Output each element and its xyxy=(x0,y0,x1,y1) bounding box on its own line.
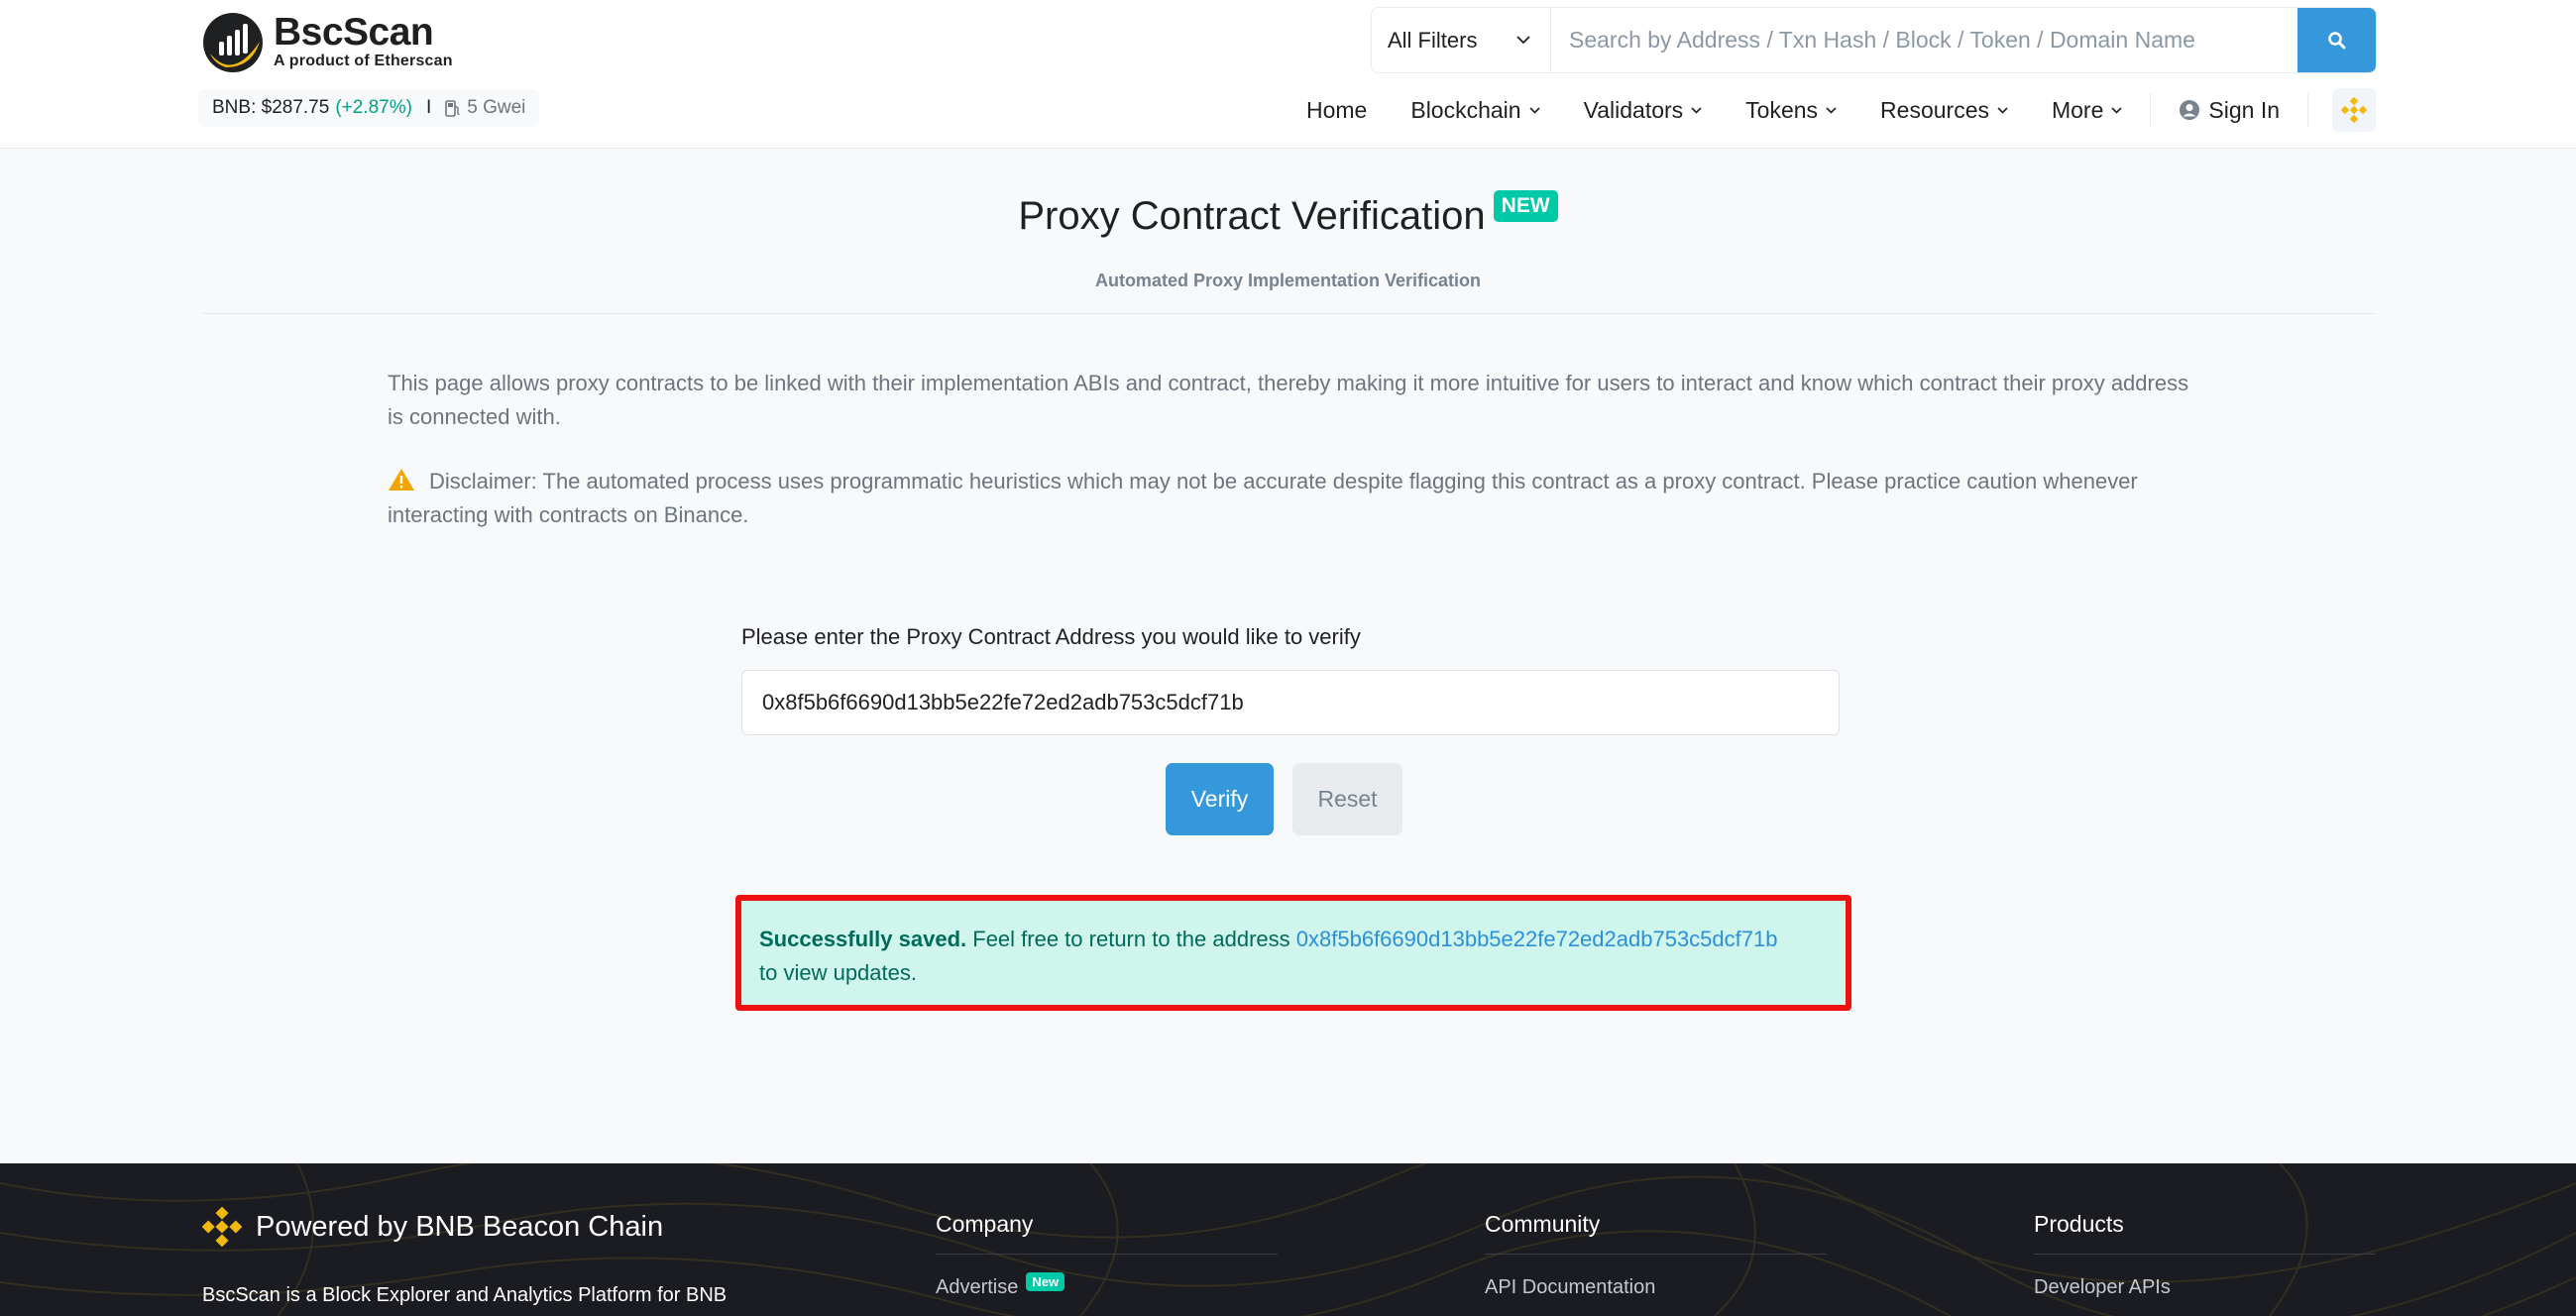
nav-home-label: Home xyxy=(1306,96,1368,123)
brand-name: BscScan xyxy=(274,11,434,54)
success-alert: Successfully saved. Feel free to return … xyxy=(741,901,1846,1005)
gas-value: 5 Gwei xyxy=(467,97,526,118)
footer-brand-text: Powered by BNB Beacon Chain xyxy=(256,1210,664,1243)
chevron-down-icon xyxy=(1529,106,1540,114)
alert-text: Feel free to return to the address xyxy=(972,927,1290,951)
footer-column-divider xyxy=(1485,1254,1827,1255)
search-icon xyxy=(2327,31,2345,49)
verify-button[interactable]: Verify xyxy=(1166,763,1274,835)
footer-link-advertise[interactable]: Advertise New xyxy=(936,1272,1278,1299)
alert-address-link[interactable]: 0x8f5b6f6690d13bb5e22fe72ed2adb753c5dcf7… xyxy=(1296,927,1778,951)
search-button[interactable] xyxy=(2297,8,2376,72)
address-field-label: Please enter the Proxy Contract Address … xyxy=(741,624,1361,649)
footer-community-title: Community xyxy=(1485,1211,1601,1237)
footer-company-column: Company Advertise New xyxy=(936,1211,1278,1299)
page-title: Proxy Contract Verification NEW xyxy=(1018,190,1558,239)
nav-more[interactable]: More xyxy=(2030,87,2144,133)
nav-more-label: More xyxy=(2051,96,2104,123)
new-badge: New xyxy=(1026,1272,1065,1291)
footer-link-developer-apis[interactable]: Developer APIs xyxy=(2034,1276,2376,1299)
footer-community-column: Community API Documentation xyxy=(1485,1211,1827,1299)
search-filter-select[interactable]: All Filters xyxy=(1372,8,1551,72)
footer-description: BscScan is a Block Explorer and Analytic… xyxy=(202,1284,728,1306)
nav-tokens[interactable]: Tokens xyxy=(1724,87,1858,133)
alert-bold-text: Successfully saved. xyxy=(759,927,967,951)
nav-blockchain-label: Blockchain xyxy=(1410,96,1521,123)
brand-tagline: A product of Etherscan xyxy=(274,53,453,69)
footer-column-divider xyxy=(2034,1254,2376,1255)
nav-validators[interactable]: Validators xyxy=(1562,87,1725,133)
warning-icon xyxy=(389,469,414,491)
nav-resources-label: Resources xyxy=(1880,96,1989,123)
reset-button[interactable]: Reset xyxy=(1292,763,1402,835)
gas-price[interactable]: 5 Gwei xyxy=(445,97,525,119)
footer-column-divider xyxy=(936,1254,1278,1255)
footer-company-title: Company xyxy=(936,1211,1034,1237)
site-footer: Powered by BNB Beacon Chain BscScan is a… xyxy=(0,1163,2576,1316)
alert-tail-text: to view updates. xyxy=(759,960,917,985)
nav-divider xyxy=(2150,93,2152,127)
search-input[interactable] xyxy=(1551,8,2297,72)
success-alert-highlight: Successfully saved. Feel free to return … xyxy=(735,895,1851,1011)
nav-validators-label: Validators xyxy=(1583,96,1684,123)
nav-home[interactable]: Home xyxy=(1285,87,1389,133)
disclaimer-text: Disclaimer: The automated process uses p… xyxy=(388,469,2138,527)
chevron-down-icon xyxy=(1826,106,1837,114)
bscscan-logo-icon xyxy=(202,12,264,73)
divider xyxy=(202,313,2376,314)
bnb-price: BNB: $287.75 xyxy=(212,97,330,118)
footer-brand: Powered by BNB Beacon Chain xyxy=(202,1207,663,1247)
chevron-down-icon xyxy=(1997,106,2008,114)
chevron-down-icon xyxy=(2111,106,2122,114)
nav-tokens-label: Tokens xyxy=(1745,96,1819,123)
footer-products-column: Products Developer APIs xyxy=(2034,1211,2376,1299)
filter-label: All Filters xyxy=(1388,27,1478,53)
disclaimer: Disclaimer: The automated process uses p… xyxy=(388,465,2191,532)
site-header: BscScan A product of Etherscan BNB: $287… xyxy=(0,0,2576,149)
page-title-text: Proxy Contract Verification xyxy=(1018,194,1486,238)
ticker-separator: I xyxy=(425,97,432,118)
page-subtitle: Automated Proxy Implementation Verificat… xyxy=(1094,271,1482,290)
nav-sign-in[interactable]: Sign In xyxy=(2157,87,2301,133)
nav-sign-in-label: Sign In xyxy=(2208,96,2280,123)
bnb-network-button[interactable] xyxy=(2332,88,2376,132)
bnb-logo-icon xyxy=(2341,97,2367,123)
main-nav: Home Blockchain Validators Tokens Resour… xyxy=(1285,87,2376,133)
new-badge: NEW xyxy=(1493,190,1558,222)
chevron-down-icon xyxy=(1691,106,1702,114)
proxy-address-input[interactable] xyxy=(741,670,1840,735)
footer-link-advertise-label: Advertise xyxy=(936,1276,1019,1298)
page-title-wrap: Proxy Contract Verification NEW xyxy=(0,190,2576,239)
nav-divider xyxy=(2307,93,2308,127)
bnb-price-change: (+2.87%) xyxy=(335,97,412,118)
nav-blockchain[interactable]: Blockchain xyxy=(1389,87,1561,133)
chevron-down-icon xyxy=(1516,36,1530,45)
gas-pump-icon xyxy=(445,100,461,117)
footer-link-api-docs[interactable]: API Documentation xyxy=(1485,1276,1827,1299)
search-bar: All Filters xyxy=(1371,7,2377,73)
nav-resources[interactable]: Resources xyxy=(1858,87,2030,133)
footer-products-title: Products xyxy=(2034,1211,2124,1237)
user-circle-icon xyxy=(2180,100,2200,120)
bscscan-logo[interactable]: BscScan A product of Etherscan xyxy=(202,12,453,73)
bnb-price-ticker[interactable]: BNB: $287.75 (+2.87%) I 5 Gwei xyxy=(198,89,540,127)
page-description: This page allows proxy contracts to be l… xyxy=(388,371,2189,429)
bnb-logo-icon xyxy=(202,1207,242,1247)
